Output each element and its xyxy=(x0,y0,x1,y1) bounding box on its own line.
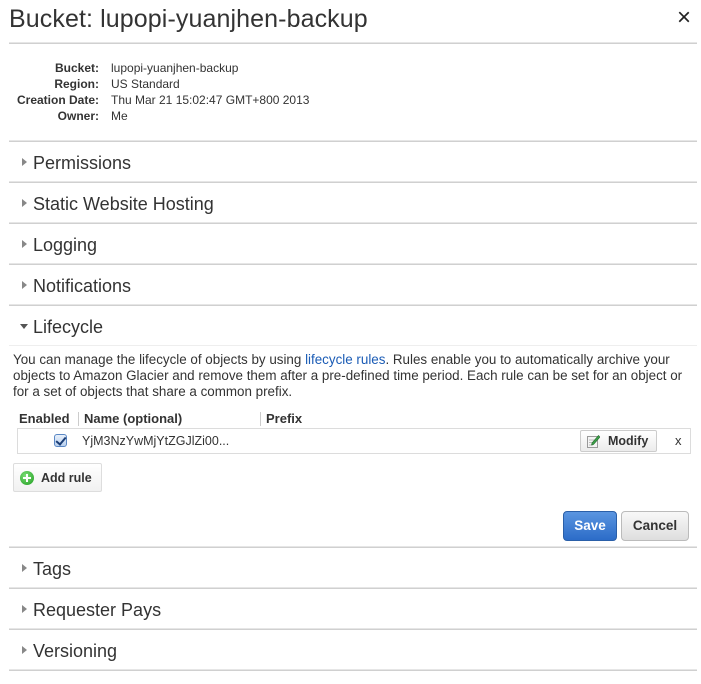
property-value: Me xyxy=(111,109,128,123)
enabled-checkbox[interactable] xyxy=(54,434,67,447)
close-icon[interactable]: × xyxy=(674,6,694,30)
add-rule-label: Add rule xyxy=(41,471,92,485)
property-row-region: Region: US Standard xyxy=(0,77,400,93)
add-rule-button[interactable]: Add rule xyxy=(13,463,102,492)
modify-button[interactable]: Modify xyxy=(580,430,657,452)
triangle-right-icon xyxy=(22,240,27,248)
divider xyxy=(9,222,697,224)
section-permissions[interactable]: Permissions xyxy=(9,143,697,184)
property-value: lupopi-yuanjhen-backup xyxy=(111,61,239,75)
divider xyxy=(9,263,697,265)
triangle-right-icon xyxy=(22,646,27,654)
table-row: YjM3NzYwMjYtZGJlZi00... Modify x xyxy=(17,428,691,454)
triangle-right-icon xyxy=(22,158,27,166)
property-row-bucket: Bucket: lupopi-yuanjhen-backup xyxy=(0,61,400,77)
section-static-website-hosting[interactable]: Static Website Hosting xyxy=(9,184,697,225)
divider xyxy=(9,546,697,548)
property-key: Creation Date: xyxy=(16,93,99,107)
rules-table-header: Enabled Name (optional) Prefix xyxy=(17,410,691,428)
section-label: Tags xyxy=(33,559,72,579)
description-text: You can manage the lifecycle of objects … xyxy=(13,352,306,367)
divider xyxy=(9,628,697,630)
remove-rule-icon[interactable]: x xyxy=(675,433,682,448)
column-header-prefix: Prefix xyxy=(266,411,303,426)
lifecycle-description: You can manage the lifecycle of objects … xyxy=(13,352,697,400)
edit-icon xyxy=(587,435,600,448)
section-label: Requester Pays xyxy=(33,600,162,620)
triangle-right-icon xyxy=(22,199,27,207)
section-label: Notifications xyxy=(33,276,132,296)
property-row-owner: Owner: Me xyxy=(0,109,400,125)
column-separator xyxy=(78,412,79,426)
triangle-right-icon xyxy=(22,605,27,613)
property-value: US Standard xyxy=(111,77,180,91)
divider xyxy=(9,669,697,671)
triangle-right-icon xyxy=(22,564,27,572)
divider xyxy=(9,42,697,44)
property-key: Region: xyxy=(54,77,99,91)
lifecycle-rules-link[interactable]: lifecycle rules xyxy=(305,352,385,367)
divider xyxy=(9,140,697,142)
section-logging[interactable]: Logging xyxy=(9,225,697,266)
divider xyxy=(9,304,697,306)
section-label: Logging xyxy=(33,235,98,255)
section-label: Versioning xyxy=(33,641,118,661)
property-row-creation-date: Creation Date: Thu Mar 21 15:02:47 GMT+8… xyxy=(0,93,400,109)
property-value: Thu Mar 21 15:02:47 GMT+800 2013 xyxy=(111,93,310,107)
section-notifications[interactable]: Notifications xyxy=(9,266,697,307)
divider xyxy=(9,181,697,183)
column-header-enabled: Enabled xyxy=(19,411,70,426)
column-separator xyxy=(260,412,261,426)
triangle-right-icon xyxy=(22,281,27,289)
modify-label: Modify xyxy=(608,434,649,448)
section-label: Static Website Hosting xyxy=(33,194,214,214)
dialog-header: Bucket: lupopi-yuanjhen-backup × xyxy=(0,0,701,40)
section-requester-pays[interactable]: Requester Pays xyxy=(9,590,697,631)
section-label: Permissions xyxy=(33,153,132,173)
page-title: Bucket: lupopi-yuanjhen-backup xyxy=(9,5,368,33)
property-key: Bucket: xyxy=(54,61,99,75)
property-key: Owner: xyxy=(57,109,99,123)
section-label: Lifecycle xyxy=(33,317,104,337)
section-versioning[interactable]: Versioning xyxy=(9,631,697,672)
add-circle-icon xyxy=(20,471,34,485)
divider xyxy=(9,345,697,346)
column-header-name: Name (optional) xyxy=(84,411,183,426)
section-tags[interactable]: Tags xyxy=(9,549,697,590)
rule-name: YjM3NzYwMjYtZGJlZi00... xyxy=(82,434,230,448)
divider xyxy=(9,587,697,589)
cancel-button[interactable]: Cancel xyxy=(621,511,689,541)
triangle-down-icon xyxy=(20,324,28,329)
save-button[interactable]: Save xyxy=(563,511,617,541)
section-lifecycle[interactable]: Lifecycle xyxy=(9,307,697,348)
